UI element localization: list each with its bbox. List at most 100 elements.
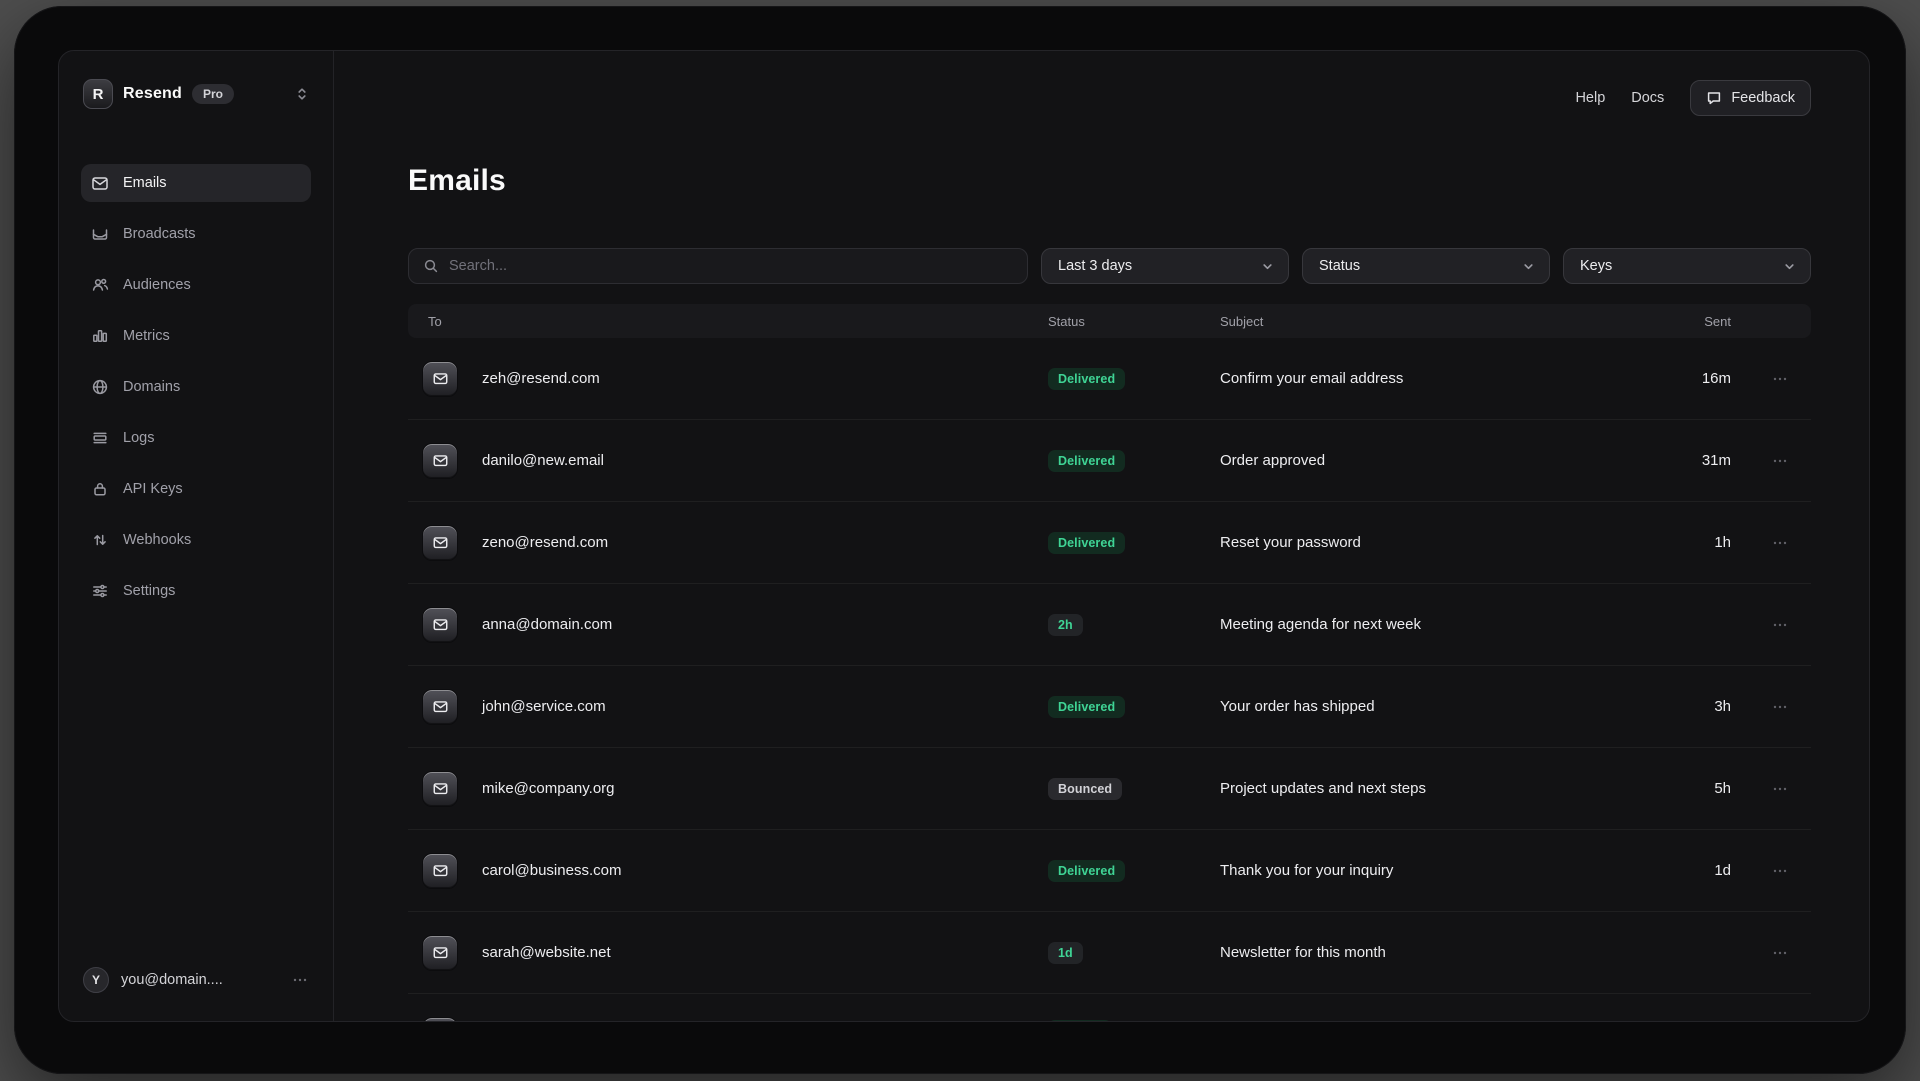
row-actions-button[interactable]	[1771, 616, 1789, 634]
sidebar-item-label: API Keys	[123, 481, 183, 497]
email-subject: Project updates and next steps	[1220, 780, 1641, 797]
resend-logo-icon: R	[83, 79, 113, 109]
sidebar-item-webhooks[interactable]: Webhooks	[81, 521, 311, 559]
recipient-email: john@service.com	[482, 698, 606, 715]
email-subject: Newsletter for this month	[1220, 944, 1641, 961]
row-actions-button[interactable]	[1771, 534, 1789, 552]
sent-time: 1d	[1641, 862, 1731, 879]
recipient-email: danilo@new.email	[482, 452, 604, 469]
recipient-email: sarah@website.net	[482, 944, 611, 961]
recipient-email: zeno@resend.com	[482, 534, 608, 551]
table-row[interactable]: sarah@website.net 1d Newsletter for this…	[408, 912, 1811, 994]
table-row[interactable]: zeh@resend.com Delivered Confirm your em…	[408, 338, 1811, 420]
envelope-tile-icon	[422, 853, 458, 889]
user-email: you@domain....	[121, 972, 223, 988]
sidebar-item-label: Webhooks	[123, 532, 191, 548]
page-title: Emails	[408, 162, 1811, 200]
table-row[interactable]	[408, 994, 1811, 1022]
status-badge: Delivered	[1048, 860, 1125, 882]
column-header-subject: Subject	[1220, 314, 1641, 329]
row-actions-button[interactable]	[1771, 370, 1789, 388]
status-badge: 2h	[1048, 614, 1083, 636]
filter-select-keys[interactable]: Keys	[1563, 248, 1811, 284]
table-row[interactable]: zeno@resend.com Delivered Reset your pas…	[408, 502, 1811, 584]
logs-icon	[91, 429, 109, 447]
search-box[interactable]	[408, 248, 1028, 284]
ellipsis-icon[interactable]	[291, 971, 309, 989]
chat-bubble-icon	[1706, 90, 1722, 106]
search-icon	[423, 258, 439, 274]
sidebar-item-label: Metrics	[123, 328, 170, 344]
workspace-switcher[interactable]: R Resend Pro	[81, 79, 311, 109]
row-actions-button[interactable]	[1771, 452, 1789, 470]
status-badge: Delivered	[1048, 532, 1125, 554]
chevron-up-down-icon	[295, 87, 309, 101]
status-badge: Delivered	[1048, 368, 1125, 390]
topbar: Help Docs Feedback	[408, 80, 1811, 116]
sent-time: 31m	[1641, 452, 1731, 469]
table-row[interactable]: carol@business.com Delivered Thank you f…	[408, 830, 1811, 912]
sidebar-item-broadcasts[interactable]: Broadcasts	[81, 215, 311, 253]
sidebar-item-audiences[interactable]: Audiences	[81, 266, 311, 304]
status-badge: Delivered	[1048, 450, 1125, 472]
sidebar-item-logs[interactable]: Logs	[81, 419, 311, 457]
chevron-down-icon	[1522, 260, 1535, 273]
search-input[interactable]	[449, 258, 1013, 274]
sidebar-item-metrics[interactable]: Metrics	[81, 317, 311, 355]
email-subject: Thank you for your inquiry	[1220, 862, 1641, 879]
column-header-status: Status	[1048, 314, 1220, 329]
users-icon	[91, 276, 109, 294]
table-row[interactable]: anna@domain.com 2h Meeting agenda for ne…	[408, 584, 1811, 666]
help-link[interactable]: Help	[1575, 90, 1605, 106]
table-row[interactable]: john@service.com Delivered Your order ha…	[408, 666, 1811, 748]
sidebar-nav: Emails Broadcasts Audiences Metrics Doma…	[81, 164, 311, 623]
broadcast-icon	[91, 225, 109, 243]
envelope-tile-icon	[422, 935, 458, 971]
arrows-up-down-icon	[91, 531, 109, 549]
email-subject: Confirm your email address	[1220, 370, 1641, 387]
email-subject: Meeting agenda for next week	[1220, 616, 1641, 633]
table-row[interactable]: danilo@new.email Delivered Order approve…	[408, 420, 1811, 502]
sent-time: 3h	[1641, 698, 1731, 715]
filter-select-status[interactable]: Status	[1302, 248, 1550, 284]
status-badge: Delivered	[1048, 696, 1125, 718]
status-badge	[1048, 1020, 1112, 1022]
row-actions-button[interactable]	[1771, 780, 1789, 798]
status-badge: 1d	[1048, 942, 1083, 964]
sidebar-item-emails[interactable]: Emails	[81, 164, 311, 202]
sidebar-item-label: Emails	[123, 175, 167, 191]
feedback-button[interactable]: Feedback	[1690, 80, 1811, 116]
column-header-to: To	[428, 314, 1048, 329]
workspace-name: Resend	[123, 85, 182, 103]
row-actions-button[interactable]	[1771, 862, 1789, 880]
user-menu[interactable]: Y you@domain....	[81, 967, 311, 1003]
logo-letter: R	[93, 86, 104, 103]
sidebar-item-settings[interactable]: Settings	[81, 572, 311, 610]
envelope-tile-icon	[422, 689, 458, 725]
sent-time: 5h	[1641, 780, 1731, 797]
sidebar-item-label: Logs	[123, 430, 154, 446]
recipient-email: mike@company.org	[482, 780, 615, 797]
table-row[interactable]: mike@company.org Bounced Project updates…	[408, 748, 1811, 830]
recipient-email: anna@domain.com	[482, 616, 612, 633]
sidebar-item-label: Broadcasts	[123, 226, 196, 242]
envelope-tile-icon	[422, 443, 458, 479]
sidebar: R Resend Pro Emails Broadcasts Audiences…	[59, 51, 334, 1021]
emails-table: To Status Subject Sent zeh@resend.com De…	[408, 304, 1811, 1022]
row-actions-button[interactable]	[1771, 944, 1789, 962]
row-actions-button[interactable]	[1771, 698, 1789, 716]
envelope-tile-icon	[422, 771, 458, 807]
filter-select-last-3-days[interactable]: Last 3 days	[1041, 248, 1289, 284]
app-window: R Resend Pro Emails Broadcasts Audiences…	[58, 50, 1870, 1022]
sliders-icon	[91, 582, 109, 600]
chevron-down-icon	[1261, 260, 1274, 273]
docs-link[interactable]: Docs	[1631, 90, 1664, 106]
avatar-letter: Y	[92, 973, 100, 987]
recipient-email: carol@business.com	[482, 862, 621, 879]
filter-label: Keys	[1580, 258, 1612, 274]
main-content: Help Docs Feedback Emails Last 3 days St…	[334, 51, 1869, 1021]
sidebar-item-domains[interactable]: Domains	[81, 368, 311, 406]
sidebar-item-api-keys[interactable]: API Keys	[81, 470, 311, 508]
lock-icon	[91, 480, 109, 498]
filter-label: Status	[1319, 258, 1360, 274]
